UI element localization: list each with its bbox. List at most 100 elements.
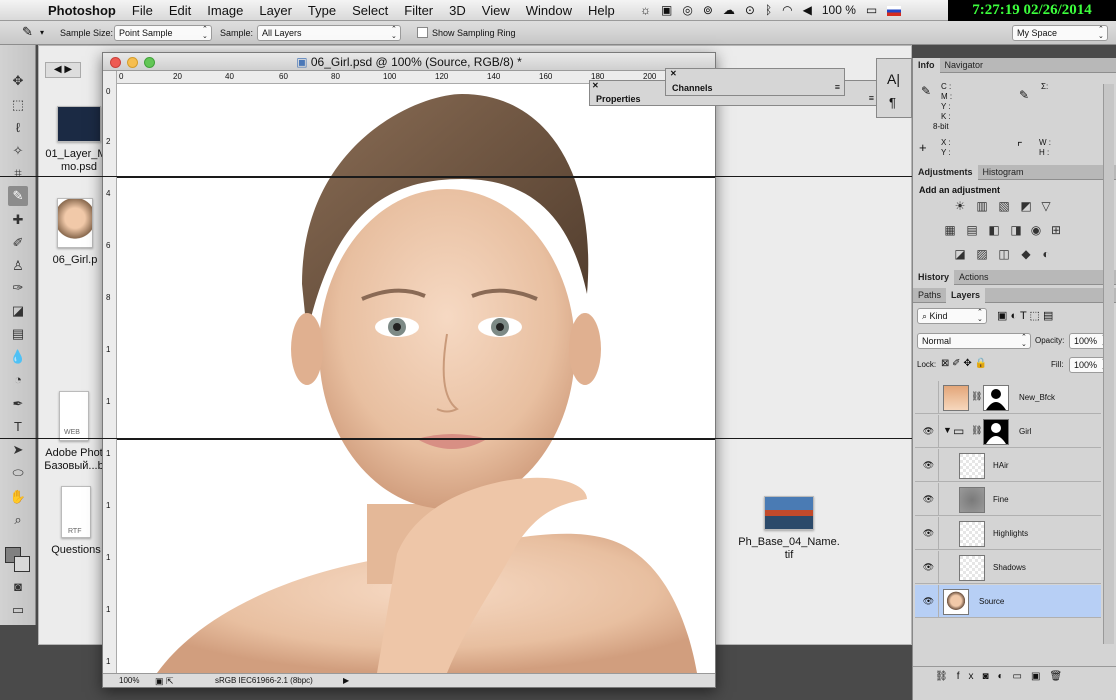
- sample-select[interactable]: All Layers: [257, 25, 401, 41]
- workspace-select[interactable]: My Space: [1012, 25, 1108, 41]
- black-white-icon[interactable]: ◨: [1009, 224, 1023, 236]
- menu-window[interactable]: Window: [518, 2, 580, 19]
- close-icon[interactable]: ✕: [592, 81, 599, 90]
- menu-view[interactable]: View: [474, 2, 518, 19]
- paragraph-icon[interactable]: ¶: [889, 95, 896, 110]
- history-brush-tool-icon[interactable]: ✑: [8, 278, 28, 298]
- tab-adjustments[interactable]: Adjustments: [913, 165, 978, 180]
- move-tool-icon[interactable]: ✥: [8, 71, 28, 91]
- layer-row[interactable]: 👁 HAir: [915, 449, 1101, 482]
- layer-row[interactable]: 👁 Highlights: [915, 517, 1101, 550]
- type-tool-icon[interactable]: T: [8, 417, 28, 437]
- menu-help[interactable]: Help: [580, 2, 623, 19]
- desktop-file-adobe-pdf[interactable]: WEB Adobe Phot Базовый...b: [39, 391, 109, 473]
- quick-select-tool-icon[interactable]: ✧: [8, 141, 28, 161]
- eye-icon[interactable]: 👁: [919, 551, 939, 584]
- invert-icon[interactable]: ◪: [953, 248, 967, 260]
- layer-row[interactable]: 👁 Shadows: [915, 551, 1101, 584]
- status-icons[interactable]: ▣ ⇱: [155, 674, 174, 688]
- eyedropper-tool-icon[interactable]: ✎: [8, 186, 28, 206]
- blend-mode-select[interactable]: Normal: [917, 333, 1031, 349]
- menu-3d[interactable]: 3D: [441, 2, 474, 19]
- layer-row[interactable]: 👁 Fine: [915, 483, 1101, 516]
- menu-select[interactable]: Select: [344, 2, 396, 19]
- menu-filter[interactable]: Filter: [396, 2, 441, 19]
- menu-edit[interactable]: Edit: [161, 2, 199, 19]
- eraser-tool-icon[interactable]: ◪: [8, 301, 28, 321]
- dodge-tool-icon[interactable]: ◔: [8, 370, 28, 390]
- curves-icon[interactable]: ▧: [997, 200, 1011, 212]
- desktop-file-ph-base[interactable]: Ph_Base_04_Name. tif: [729, 496, 849, 562]
- creative-cloud-icon[interactable]: ◎: [682, 2, 692, 19]
- volume-icon[interactable]: ◀: [803, 2, 812, 19]
- guide-line[interactable]: [117, 177, 715, 178]
- image-canvas[interactable]: [117, 84, 715, 673]
- menu-file[interactable]: File: [124, 2, 161, 19]
- time-machine-icon[interactable]: ⊙: [745, 2, 755, 19]
- link-icon[interactable]: ⛓: [971, 425, 982, 436]
- healing-tool-icon[interactable]: ✚: [8, 210, 28, 230]
- back-forward-buttons[interactable]: ◀ ▶: [45, 62, 81, 78]
- layer-row-selected[interactable]: 👁 Source: [915, 585, 1101, 618]
- sample-size-select[interactable]: Point Sample: [114, 25, 212, 41]
- stamp-tool-icon[interactable]: ♙: [8, 256, 28, 276]
- menu-layer[interactable]: Layer: [251, 2, 300, 19]
- brightness-icon[interactable]: ☀: [953, 200, 967, 212]
- bluetooth-icon[interactable]: ᛒ: [765, 2, 772, 19]
- desktop-file-questions[interactable]: RTF Questions: [45, 486, 107, 557]
- tray-app-icon[interactable]: ▣: [661, 2, 672, 19]
- gradient-map-icon[interactable]: ▽: [1039, 200, 1053, 212]
- sampling-ring-checkbox[interactable]: [417, 27, 428, 38]
- pen-tool-icon[interactable]: ✒: [8, 394, 28, 414]
- gradient-tool-icon[interactable]: ▤: [8, 324, 28, 344]
- tab-paths[interactable]: Paths: [913, 288, 946, 303]
- sun-icon[interactable]: ☼: [640, 2, 651, 19]
- quick-mask-icon[interactable]: ◙: [8, 577, 28, 597]
- layers-scrollbar[interactable]: [1103, 84, 1114, 644]
- layer-group-row[interactable]: 👁 ▼ ▭ ⛓ Girl: [915, 415, 1101, 448]
- tab-layers[interactable]: Layers: [946, 288, 986, 303]
- eye-icon[interactable]: 👁: [919, 449, 939, 482]
- layer-filter-kind-select[interactable]: ⌕ Kind: [917, 308, 987, 324]
- threshold-icon[interactable]: ◫: [997, 248, 1011, 260]
- hue-saturation-icon[interactable]: ▤: [965, 224, 979, 236]
- tab-navigator[interactable]: Navigator: [940, 58, 989, 73]
- crop-tool-icon[interactable]: ⌗: [8, 163, 28, 183]
- character-icon[interactable]: A|: [887, 71, 900, 87]
- character-panel-strip[interactable]: A| ¶: [876, 58, 912, 118]
- document-title-bar[interactable]: ▣ 06_Girl.psd @ 100% (Source, RGB/8) *: [103, 53, 715, 71]
- screen-mode-icon[interactable]: ▭: [8, 600, 28, 620]
- zoom-tool-icon[interactable]: ⌕: [8, 510, 28, 530]
- lock-icons[interactable]: ⊠ ✐ ✥ 🔒: [941, 358, 987, 369]
- battery-label[interactable]: 100 %: [822, 2, 856, 19]
- exposure-icon[interactable]: ◩: [1019, 200, 1033, 212]
- vertical-ruler[interactable]: 0 2 4 6 8 1 1 1 1 1 1 1: [103, 71, 117, 673]
- background-color-swatch[interactable]: [14, 556, 30, 572]
- tab-actions[interactable]: Actions: [954, 270, 994, 285]
- zoom-level[interactable]: 100%: [119, 674, 139, 688]
- battery-icon[interactable]: ▭: [866, 2, 877, 19]
- channels-panel[interactable]: ✕ Channels ≡: [665, 68, 845, 96]
- chevron-down-icon[interactable]: ▾: [40, 28, 44, 37]
- tab-info[interactable]: Info: [913, 58, 940, 73]
- eye-icon[interactable]: 👁: [919, 483, 939, 516]
- shape-tool-icon[interactable]: ⬭: [8, 463, 28, 483]
- color-balance-icon[interactable]: ◧: [987, 224, 1001, 236]
- photo-filter-icon[interactable]: ◉: [1029, 224, 1043, 236]
- link-icon[interactable]: ⛓: [971, 391, 982, 402]
- lasso-tool-icon[interactable]: ℓ: [8, 118, 28, 138]
- flag-icon[interactable]: [887, 6, 902, 16]
- minimize-button[interactable]: [127, 57, 138, 68]
- tab-history[interactable]: History: [913, 270, 955, 285]
- desktop-file-girl[interactable]: 06_Girl.p: [45, 198, 105, 267]
- zoom-button[interactable]: [144, 57, 155, 68]
- levels-icon[interactable]: ▥: [975, 200, 989, 212]
- posterize-icon[interactable]: ▨: [975, 248, 989, 260]
- close-icon[interactable]: ✕: [670, 69, 677, 78]
- selective-color-icon[interactable]: ◆: [1019, 248, 1033, 260]
- marquee-tool-icon[interactable]: ⬚: [8, 95, 28, 115]
- eye-icon[interactable]: 👁: [919, 585, 939, 618]
- hand-tool-icon[interactable]: ✋: [8, 487, 28, 507]
- gradient-fill-icon[interactable]: ◐: [1039, 248, 1053, 260]
- eye-icon[interactable]: 👁: [919, 415, 939, 448]
